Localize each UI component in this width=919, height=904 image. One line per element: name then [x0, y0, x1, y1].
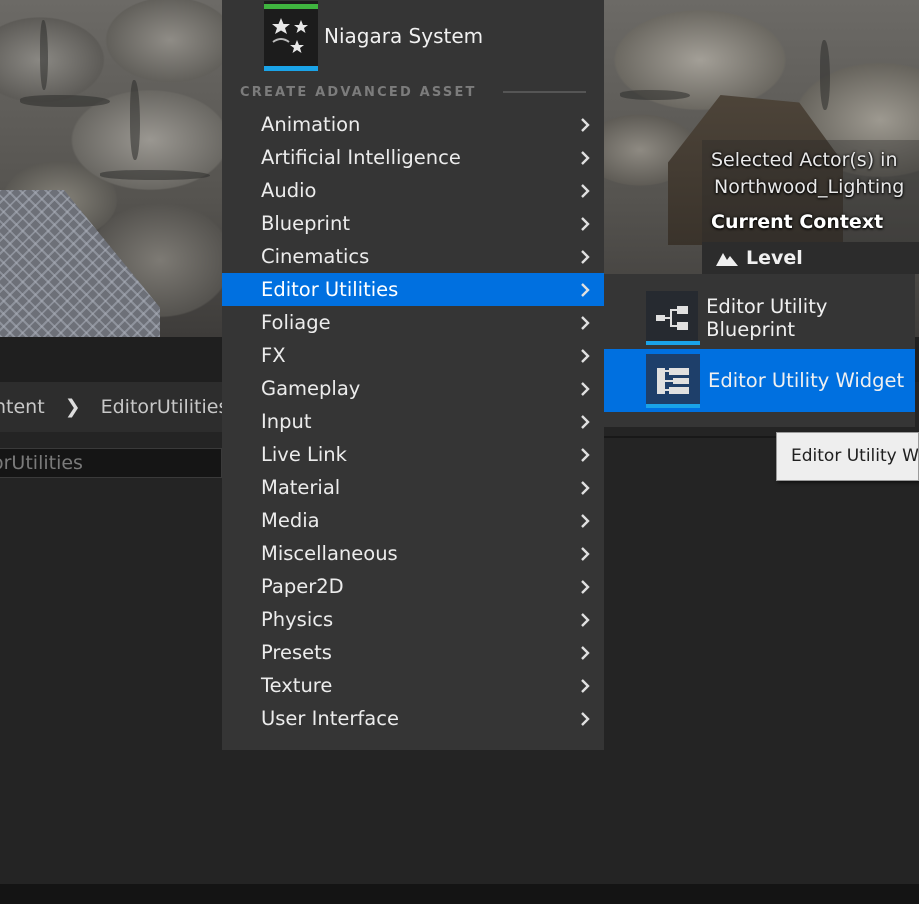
menu-item-label: Editor Utilities	[261, 278, 399, 301]
menu-item-label: Miscellaneous	[261, 542, 398, 565]
menu-item-live-link[interactable]: Live Link	[222, 438, 604, 471]
chevron-right-icon	[578, 480, 592, 495]
menu-item-presets[interactable]: Presets	[222, 636, 604, 669]
chevron-right-icon	[578, 282, 592, 297]
menu-item-label: Material	[261, 476, 341, 499]
chevron-right-icon	[578, 381, 592, 396]
level-context-button[interactable]: Level	[702, 242, 919, 274]
menu-item-miscellaneous[interactable]: Miscellaneous	[222, 537, 604, 570]
category-list: Animation Artificial Intelligence Audio Blu…	[222, 108, 604, 735]
status-bar	[0, 884, 919, 904]
menu-item-input[interactable]: Input	[222, 405, 604, 438]
breadcrumb-editorutilities[interactable]: EditorUtilities	[101, 396, 222, 418]
menu-item-cinematics[interactable]: Cinematics	[222, 240, 604, 273]
menu-item-animation[interactable]: Animation	[222, 108, 604, 141]
blueprint-graph-icon	[656, 305, 689, 330]
chevron-right-icon	[578, 579, 592, 594]
chevron-right-icon	[578, 546, 592, 561]
menu-item-editor-utilities[interactable]: Editor Utilities	[222, 273, 604, 306]
menu-item-paper2d[interactable]: Paper2D	[222, 570, 604, 603]
menu-item-label: Blueprint	[261, 212, 350, 235]
menu-item-label: Audio	[261, 179, 317, 202]
menu-item-label: Live Link	[261, 443, 347, 466]
tooltip: Editor Utility Wic	[776, 432, 919, 481]
menu-item-label: Foliage	[261, 311, 331, 334]
chevron-right-icon	[578, 711, 592, 726]
path-search-field[interactable]: orUtilities	[0, 448, 222, 478]
chevron-right-icon	[578, 117, 592, 132]
editor-utility-blueprint-thumbnail	[646, 290, 700, 345]
level-label: Level	[746, 247, 803, 269]
menu-item-label: Animation	[261, 113, 361, 136]
section-header-advanced: CREATE ADVANCED ASSET	[240, 82, 586, 102]
menu-item-artificial-intelligence[interactable]: Artificial Intelligence	[222, 141, 604, 174]
menu-item-label: Paper2D	[261, 575, 344, 598]
widget-layout-icon	[657, 367, 689, 394]
chevron-right-icon	[578, 348, 592, 363]
menu-item-blueprint[interactable]: Blueprint	[222, 207, 604, 240]
menu-item-label: Artificial Intelligence	[261, 146, 461, 169]
chevron-right-icon	[578, 447, 592, 462]
current-context-label: Current Context	[711, 211, 884, 233]
chevron-right-icon	[578, 678, 592, 693]
level-name-label: Northwood_Lighting	[714, 176, 905, 198]
chevron-right-icon	[578, 315, 592, 330]
niagara-sparkle-icon	[272, 18, 308, 53]
menu-item-label: Physics	[261, 608, 334, 631]
editor-utility-widget-thumbnail	[646, 353, 700, 408]
viewport-mesh	[0, 190, 160, 337]
menu-item-physics[interactable]: Physics	[222, 603, 604, 636]
selected-actors-label: Selected Actor(s) in	[711, 149, 898, 171]
niagara-system-thumbnail	[264, 1, 318, 71]
chevron-right-icon	[578, 249, 592, 264]
menu-item-user-interface[interactable]: User Interface	[222, 702, 604, 735]
menu-item-label: Input	[261, 410, 312, 433]
chevron-right-icon	[578, 414, 592, 429]
editor-utility-blueprint-label: Editor Utility Blueprint	[706, 294, 828, 341]
editor-utility-blueprint-item[interactable]: Editor Utility Blueprint	[604, 286, 915, 349]
menu-item-texture[interactable]: Texture	[222, 669, 604, 702]
menu-item-media[interactable]: Media	[222, 504, 604, 537]
niagara-system-item[interactable]: Niagara System	[264, 0, 483, 72]
menu-item-label: Texture	[261, 674, 333, 697]
chevron-right-icon	[578, 183, 592, 198]
menu-item-gameplay[interactable]: Gameplay	[222, 372, 604, 405]
level-icon	[716, 253, 738, 266]
breadcrumb-content[interactable]: ntent	[0, 396, 45, 418]
section-divider	[502, 91, 586, 93]
menu-item-foliage[interactable]: Foliage	[222, 306, 604, 339]
menu-item-material[interactable]: Material	[222, 471, 604, 504]
menu-item-label: FX	[261, 344, 286, 367]
chevron-right-icon	[578, 645, 592, 660]
menu-item-label: Presets	[261, 641, 332, 664]
menu-item-label: User Interface	[261, 707, 399, 730]
menu-item-label: Gameplay	[261, 377, 361, 400]
add-asset-menu: Niagara System CREATE ADVANCED ASSET Ani…	[222, 0, 604, 750]
chevron-right-icon	[578, 216, 592, 231]
menu-item-fx[interactable]: FX	[222, 339, 604, 372]
menu-item-label: Cinematics	[261, 245, 370, 268]
chevron-right-icon	[578, 150, 592, 165]
path-field-text: orUtilities	[0, 452, 83, 474]
breadcrumb: ntent ❯ EditorUtilities	[0, 382, 222, 432]
editor-utility-widget-item[interactable]: Editor Utility Widget	[604, 349, 915, 412]
menu-item-label: Media	[261, 509, 320, 532]
editor-utilities-submenu: Editor Utility Blueprint Editor Utility …	[604, 274, 915, 427]
chevron-right-icon	[578, 612, 592, 627]
chevron-right-icon	[578, 513, 592, 528]
chevron-right-icon[interactable]: ❯	[65, 396, 81, 418]
menu-item-audio[interactable]: Audio	[222, 174, 604, 207]
editor-utility-widget-label: Editor Utility Widget	[708, 369, 905, 392]
niagara-system-label: Niagara System	[324, 24, 484, 48]
